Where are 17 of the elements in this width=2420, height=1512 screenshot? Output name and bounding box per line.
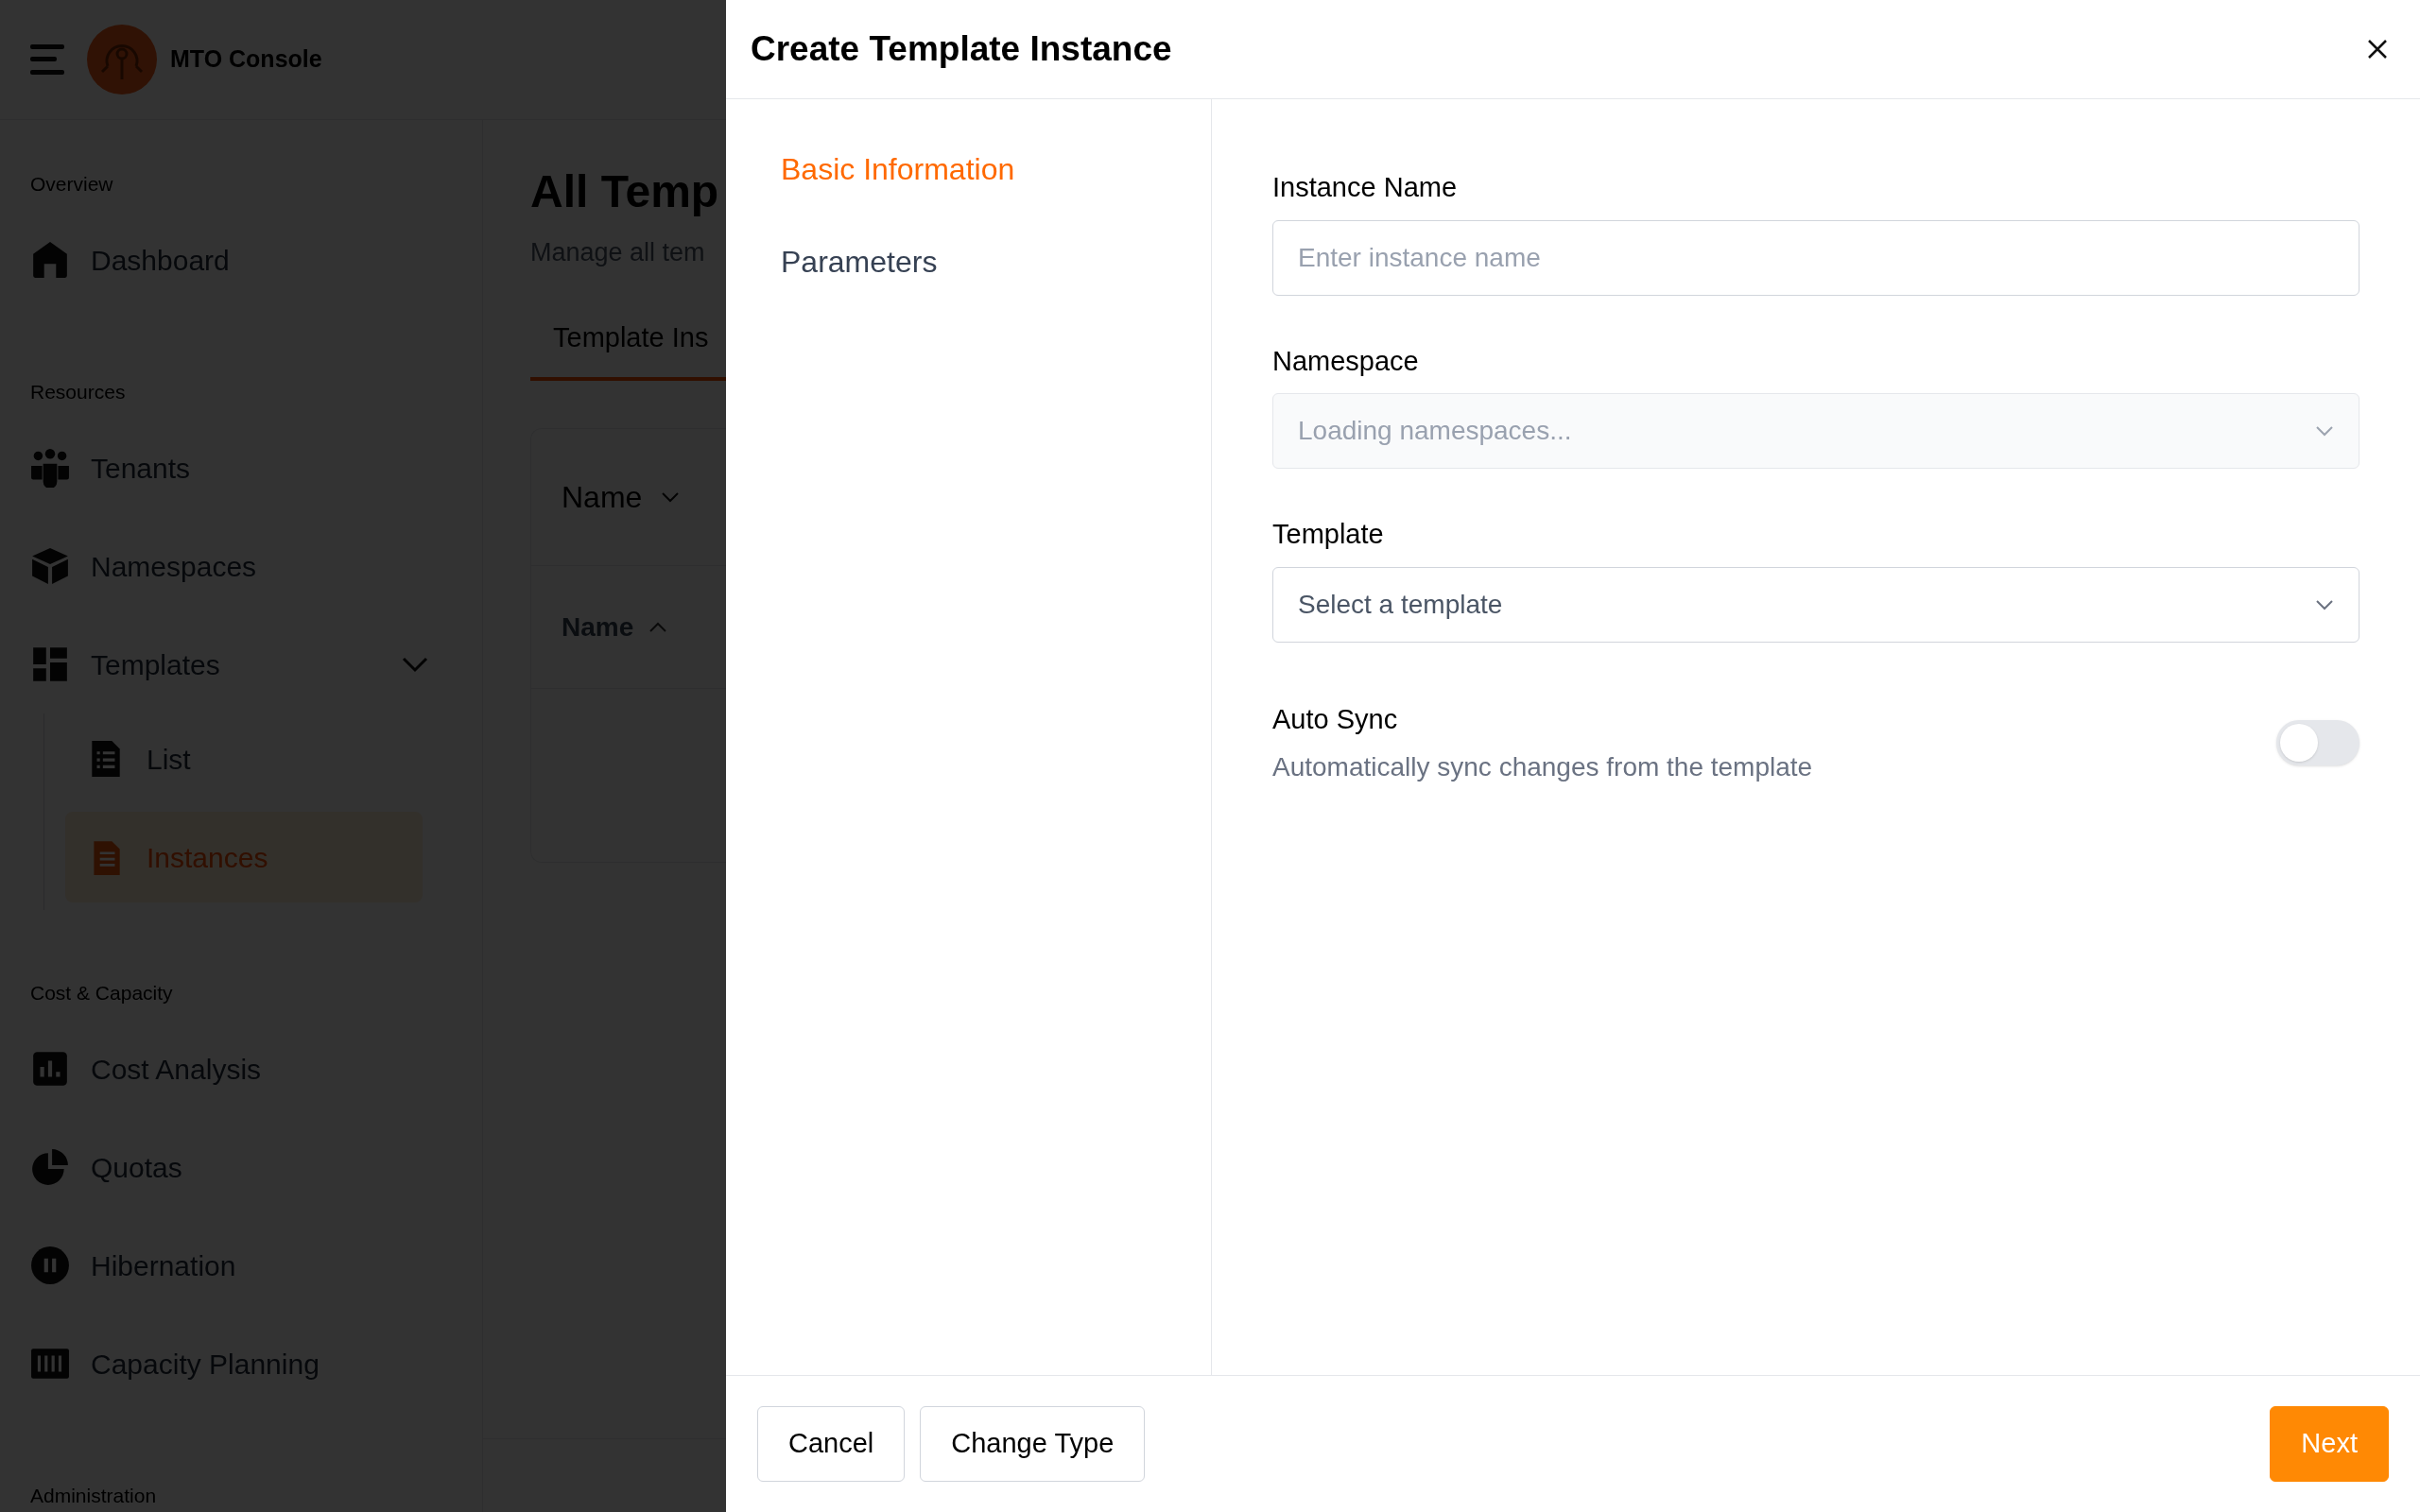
step-link[interactable]: Parameters [781, 239, 1211, 284]
panel-title: Create Template Instance [751, 28, 1172, 71]
field-label: Namespace [1272, 344, 1420, 378]
field-label: Template [1272, 518, 1385, 551]
footer-button[interactable]: Cancel [757, 1406, 906, 1482]
step-link[interactable]: Basic Information [781, 146, 1211, 192]
field-label: Instance Name [1272, 171, 1459, 204]
toggle-switch[interactable] [2276, 720, 2360, 766]
chevron-icon [2315, 425, 2334, 437]
next-button[interactable]: Next [2270, 1406, 2389, 1482]
setting-description: Automatically sync changes from the template [1272, 751, 1814, 783]
input-field[interactable]: Enter instance name [1272, 219, 2360, 296]
close-icon[interactable] [2367, 39, 2388, 60]
footer-button[interactable]: Change Type [920, 1406, 1146, 1482]
chevron-icon [2315, 598, 2334, 610]
select-field[interactable]: Select a template [1272, 566, 2360, 643]
setting-label: Auto Sync [1272, 702, 1399, 736]
